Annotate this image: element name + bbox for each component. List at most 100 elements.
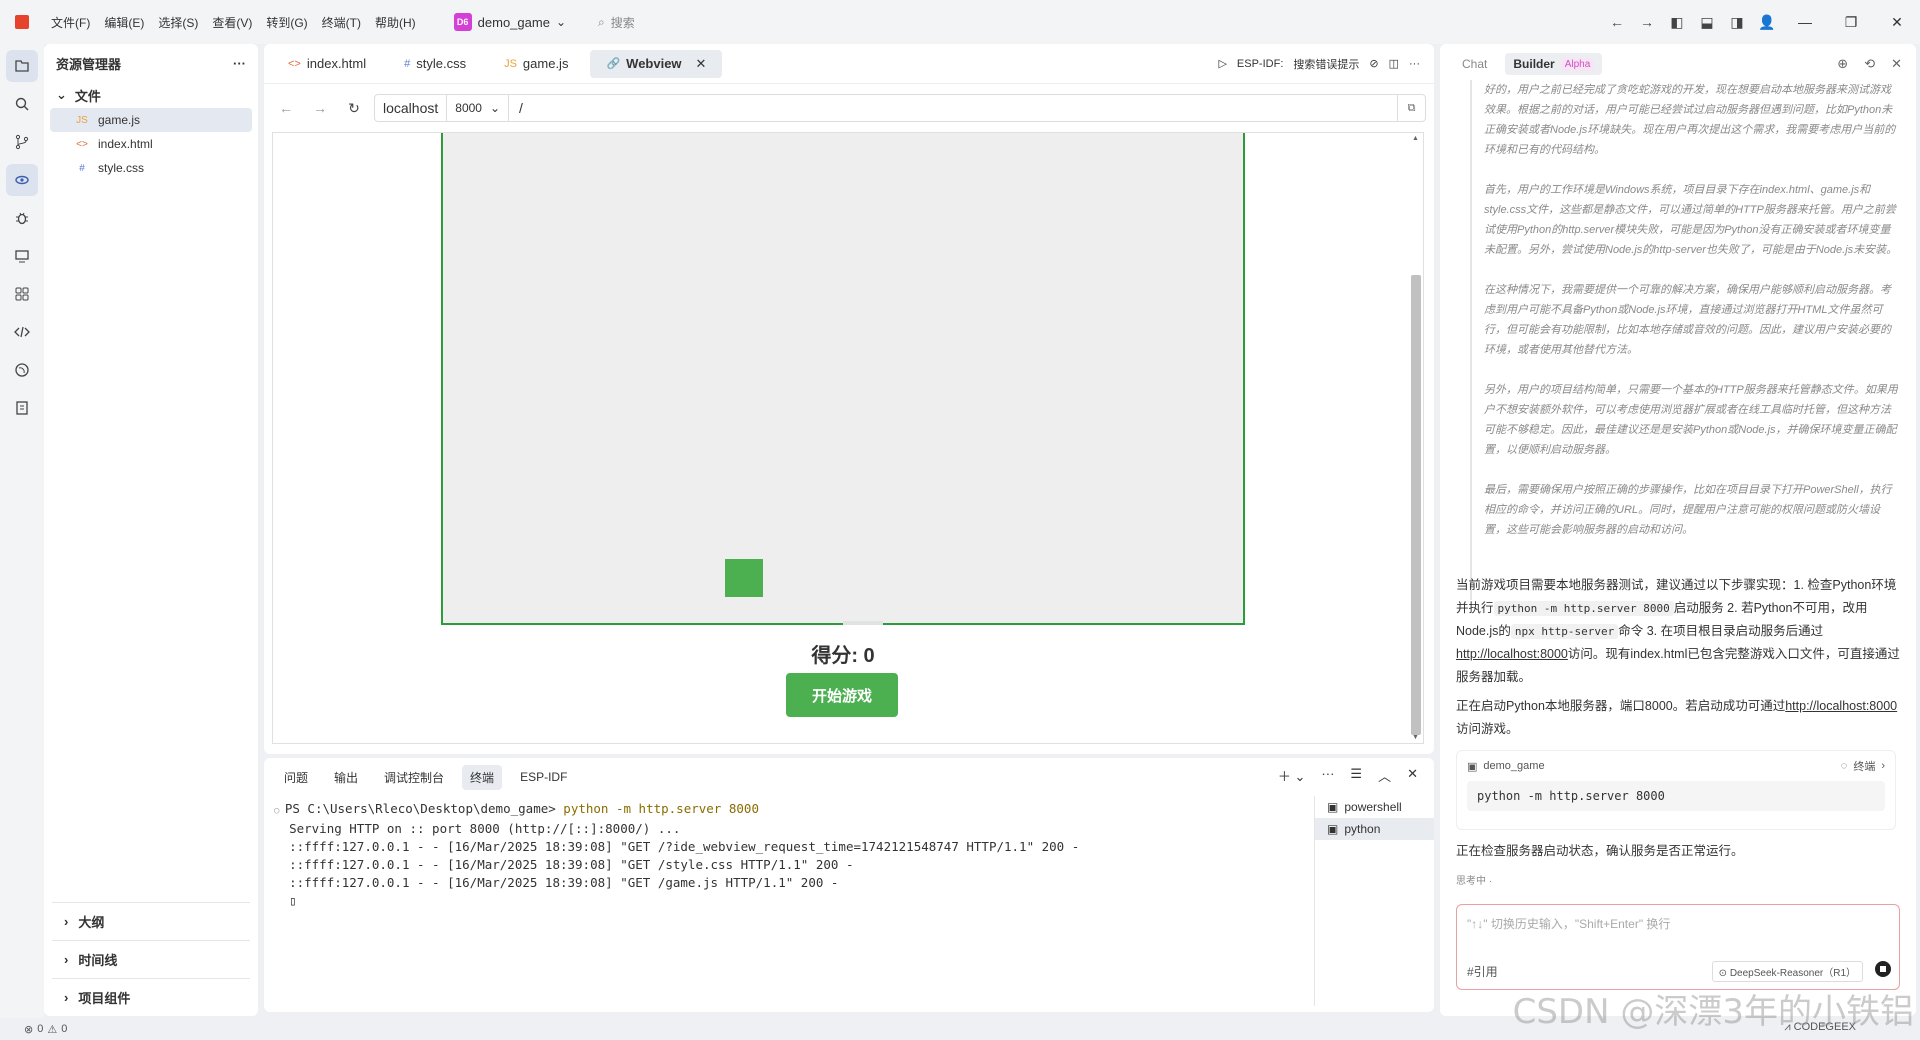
esp-search-errors[interactable]: 搜索错误提示	[1293, 56, 1359, 72]
timeline-section[interactable]: › 时间线	[52, 940, 250, 978]
reference-button[interactable]: #引用	[1467, 963, 1498, 980]
open-external-icon[interactable]: ⧉	[1397, 95, 1425, 121]
chat-input[interactable]: "↑↓" 切换历史输入，"Shift+Enter" 换行 #引用 ⊙ DeepS…	[1456, 904, 1900, 990]
alpha-badge: Alpha	[1560, 57, 1595, 71]
close-icon[interactable]: ✕	[1891, 56, 1902, 72]
debug-icon[interactable]	[6, 202, 38, 234]
scroll-up-icon[interactable]: ▲	[1412, 135, 1419, 142]
forward-arrow-icon[interactable]: →	[306, 94, 334, 122]
status-message: 正在检查服务器启动状态，确认服务是否正常运行。	[1456, 844, 1744, 858]
terminal-entry-powershell[interactable]: ▣ powershell	[1315, 796, 1434, 818]
menu-help[interactable]: 帮助(H)	[375, 14, 416, 31]
file-item-game-js[interactable]: JS game.js	[50, 108, 252, 132]
tab-webview[interactable]: 🔗 Webview ✕	[590, 49, 723, 78]
app-logo	[15, 15, 29, 29]
search-icon[interactable]	[6, 88, 38, 120]
reasoning-paragraph: 在这种情况下，我需要提供一个可靠的解决方案，确保用户能够顺利启动服务器。考虑到用…	[1484, 284, 1891, 356]
start-game-button[interactable]: 开始游戏	[786, 673, 898, 717]
more-actions-icon[interactable]: ···	[1321, 766, 1334, 785]
tab-label: game.js	[522, 56, 569, 71]
terminal-entry-python[interactable]: ▣ python	[1315, 818, 1434, 840]
model-selector[interactable]: ⊙ DeepSeek-Reasoner（R1）	[1711, 961, 1863, 982]
compass-icon[interactable]: ⊘	[1369, 57, 1378, 70]
tab-output[interactable]: 输出	[326, 765, 366, 790]
tab-index-html[interactable]: <> index.html	[272, 50, 382, 78]
explorer-panel: 资源管理器 ··· ⌄ 文件 JS game.js <> index.html …	[44, 44, 258, 1016]
minimize-button[interactable]: —	[1782, 0, 1828, 44]
extensions-icon[interactable]	[6, 278, 38, 310]
project-components-section[interactable]: › 项目组件	[52, 978, 250, 1016]
localhost-link[interactable]: http://localhost:8000	[1456, 647, 1568, 661]
layout-icon[interactable]: ☰	[1350, 766, 1362, 785]
thinking-indicator: 思考中 ·	[1456, 876, 1493, 887]
close-icon[interactable]: ✕	[696, 56, 707, 72]
tab-debug-console[interactable]: 调试控制台	[376, 765, 452, 790]
outline-section[interactable]: › 大纲	[52, 902, 250, 940]
tab-problems[interactable]: 问题	[276, 765, 316, 790]
close-window-button[interactable]: ✕	[1874, 0, 1920, 44]
menu-edit[interactable]: 编辑(E)	[104, 14, 144, 31]
warning-count[interactable]: 0	[61, 1023, 67, 1035]
forward-arrow-icon[interactable]: →	[1632, 7, 1662, 37]
scroll-thumb[interactable]	[1411, 275, 1421, 735]
remote-icon[interactable]	[6, 240, 38, 272]
menu-view[interactable]: 查看(V)	[212, 14, 252, 31]
codegeex-icon[interactable]	[6, 164, 38, 196]
more-actions-icon[interactable]: ···	[1409, 58, 1420, 70]
game-canvas[interactable]	[441, 133, 1245, 625]
scroll-down-icon[interactable]: ▼	[1412, 734, 1419, 741]
url-path[interactable]: /	[509, 100, 533, 116]
command-search[interactable]: ⌕ 搜索	[598, 14, 635, 31]
explorer-icon[interactable]	[6, 50, 38, 82]
restore-button[interactable]: ❐	[1828, 0, 1874, 44]
maximize-panel-icon[interactable]: ︿	[1378, 766, 1391, 785]
testing-icon[interactable]	[6, 392, 38, 424]
tab-esp-idf[interactable]: ESP-IDF	[512, 766, 575, 788]
tab-builder[interactable]: Builder Alpha	[1505, 53, 1603, 75]
source-control-icon[interactable]	[6, 126, 38, 158]
stop-generation-button[interactable]	[1875, 961, 1891, 977]
menu-file[interactable]: 文件(F)	[51, 14, 90, 31]
error-icon[interactable]: ⊗	[24, 1023, 33, 1036]
menu-terminal[interactable]: 终端(T)	[322, 14, 361, 31]
url-port-select[interactable]: 8000 ⌄	[447, 95, 510, 121]
reload-icon[interactable]: ↻	[340, 94, 368, 122]
link-icon: 🔗	[606, 58, 621, 70]
url-input[interactable]: localhost 8000 ⌄ / ⧉	[374, 94, 1426, 122]
toggle-secondary-sidebar-icon[interactable]: ◨	[1722, 7, 1752, 37]
close-panel-icon[interactable]: ✕	[1407, 766, 1418, 785]
esp-idf-icon[interactable]	[6, 354, 38, 386]
url-host[interactable]: localhost	[375, 95, 448, 121]
new-chat-icon[interactable]: ⊕	[1837, 56, 1848, 72]
js-file-icon: JS	[504, 57, 517, 70]
files-section-header[interactable]: ⌄ 文件	[44, 82, 258, 108]
run-icon[interactable]: ▷	[1218, 57, 1226, 70]
account-icon[interactable]: 👤	[1752, 7, 1782, 37]
localhost-link[interactable]: http://localhost:8000	[1785, 699, 1897, 713]
menu-select[interactable]: 选择(S)	[158, 14, 198, 31]
error-count[interactable]: 0	[37, 1023, 43, 1035]
split-editor-icon[interactable]: ◫	[1389, 57, 1399, 70]
card-terminal-link[interactable]: 终端	[1853, 758, 1875, 774]
tab-chat[interactable]: Chat	[1454, 53, 1495, 75]
workspace-selector[interactable]: D6 demo_game ⌄	[446, 9, 574, 35]
file-item-index-html[interactable]: <> index.html	[44, 132, 258, 156]
toggle-sidebar-icon[interactable]: ◧	[1662, 7, 1692, 37]
tab-style-css[interactable]: # style.css	[388, 50, 482, 78]
menu-goto[interactable]: 转到(G)	[266, 14, 307, 31]
back-arrow-icon[interactable]: ←	[272, 94, 300, 122]
tab-game-js[interactable]: JS game.js	[488, 50, 584, 78]
back-arrow-icon[interactable]: ←	[1602, 7, 1632, 37]
toggle-panel-icon[interactable]: ⬓	[1692, 7, 1722, 37]
terminal-output[interactable]: ○ PS C:\Users\Rleco\Desktop\demo_game> p…	[274, 800, 1314, 1000]
warning-icon[interactable]: ⚠	[47, 1023, 57, 1036]
history-icon[interactable]: ⟲	[1864, 56, 1875, 72]
code-icon[interactable]	[6, 316, 38, 348]
reasoning-paragraph: 好的，用户之前已经完成了贪吃蛇游戏的开发，现在想要启动本地服务器来测试游戏效果。…	[1484, 84, 1896, 156]
more-actions-icon[interactable]: ···	[233, 56, 246, 71]
webview-scrollbar[interactable]: ▲ ▼	[1411, 135, 1421, 741]
tab-terminal[interactable]: 终端	[462, 764, 503, 790]
file-item-style-css[interactable]: # style.css	[44, 156, 258, 180]
chevron-right-icon: ›	[64, 952, 69, 967]
new-terminal-icon[interactable]: ＋ ⌄	[1278, 766, 1306, 785]
